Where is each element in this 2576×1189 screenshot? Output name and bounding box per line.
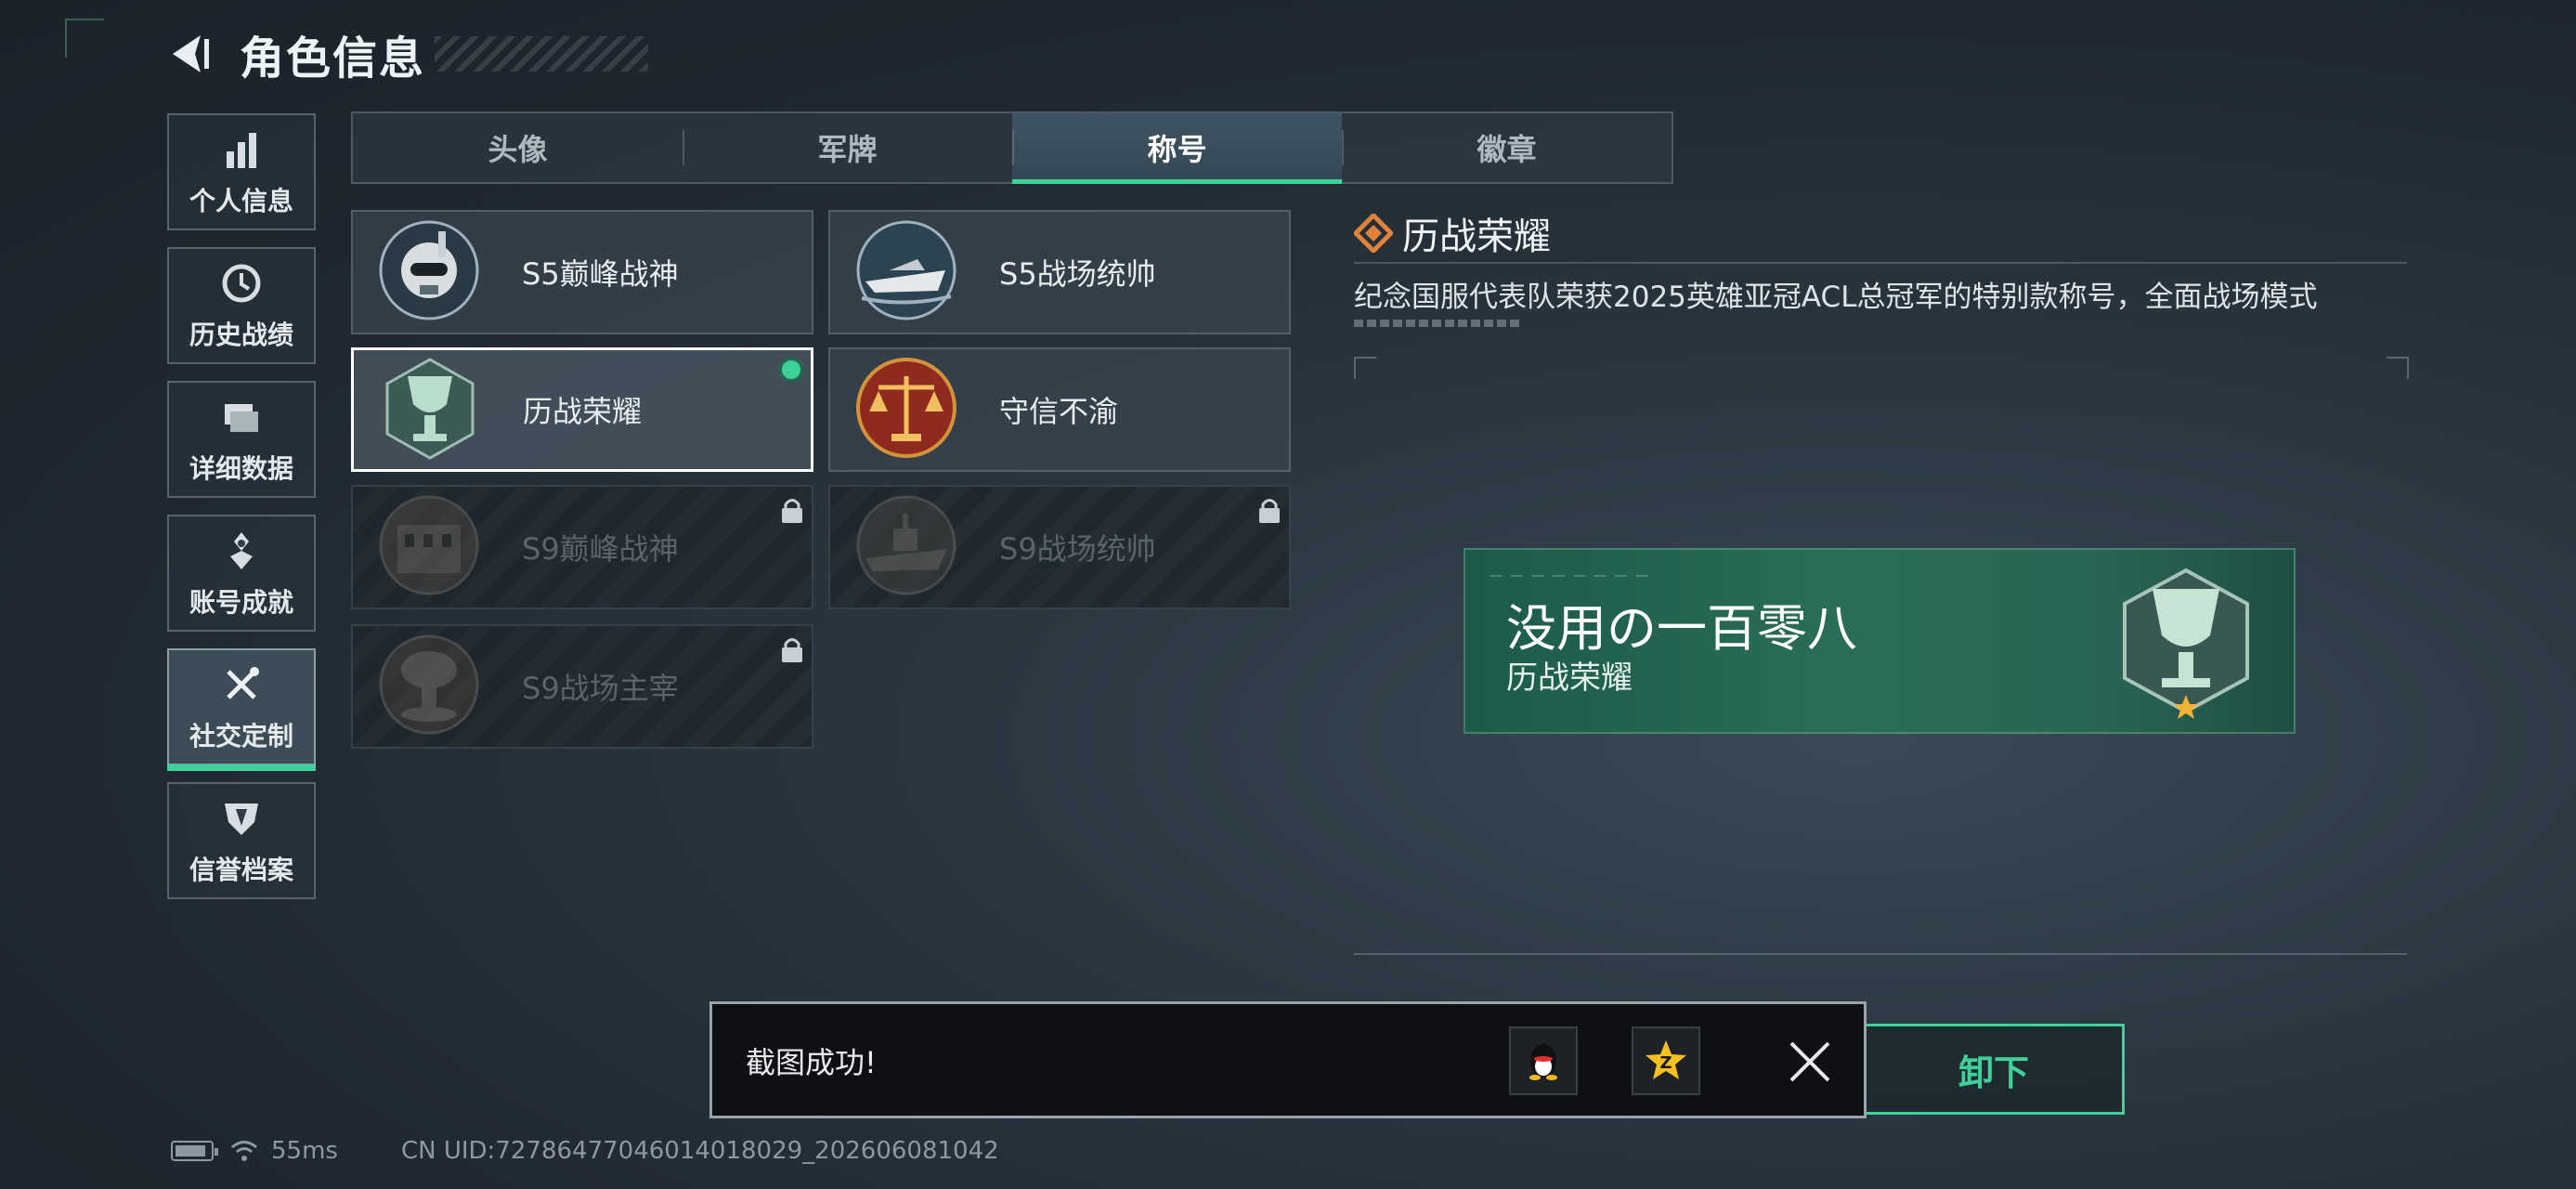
detail-title: 历战荣耀 <box>1402 216 1551 258</box>
sidebar-item-label: 信誉档案 <box>189 855 293 885</box>
equipped-indicator <box>779 358 803 382</box>
mushroom-cloud-badge-icon <box>379 634 479 735</box>
lock-icon <box>782 638 802 662</box>
warship-badge-icon <box>856 495 956 595</box>
tab-title[interactable]: 称号 <box>1012 113 1342 184</box>
folder-icon <box>225 404 258 432</box>
sidebar-item-history[interactable]: 历史战绩 <box>167 247 316 364</box>
title-card-label: 守信不渝 <box>999 394 1119 429</box>
detail-description: 纪念国服代表队荣获2025英雄亚冠ACL总冠军的特别款称号，全面战场模式 <box>1354 281 2323 314</box>
tab-bar: 头像 军牌 称号 徽章 <box>351 111 1673 184</box>
tab-avatar[interactable]: 头像 <box>353 113 683 182</box>
title-card-battle-glory[interactable]: 历战荣耀 <box>351 347 813 472</box>
divider-dashed <box>1354 320 1521 327</box>
sidebar-item-label: 个人信息 <box>189 186 293 216</box>
battery-icon <box>171 1141 218 1161</box>
qzone-star-icon: Z <box>1646 1040 1686 1079</box>
title-card-keep-faith[interactable]: 守信不渝 <box>828 347 1291 472</box>
trophy-badge-icon <box>2123 568 2249 719</box>
trophy-badge-icon <box>385 358 475 460</box>
tools-icon <box>227 667 259 699</box>
title-card-label: 历战荣耀 <box>523 394 643 429</box>
building-badge-icon <box>379 495 479 595</box>
diamond-icon <box>1354 214 1393 253</box>
title-card-label: S5战场统帅 <box>999 256 1156 292</box>
page-header: 角色信息 <box>167 26 649 85</box>
sidebar-item-label: 历史战绩 <box>189 320 293 350</box>
qq-penguin-icon <box>1529 1044 1557 1080</box>
title-card-s9-dominator[interactable]: S9战场主宰 <box>351 624 813 749</box>
sidebar-item-label: 账号成就 <box>189 587 293 618</box>
share-qq-button[interactable] <box>1509 1026 1578 1095</box>
sidebar-item-label: 社交定制 <box>189 721 293 751</box>
skull-diver-badge-icon <box>379 220 479 320</box>
sidebar-item-detailed-data[interactable]: 详细数据 <box>167 381 316 498</box>
nameplate-title: 历战荣耀 <box>1506 660 1633 697</box>
title-card-s5-commander[interactable]: S5战场统帅 <box>828 210 1291 334</box>
close-icon[interactable] <box>1784 1036 1836 1088</box>
sidebar-item-credit[interactable]: 信誉档案 <box>167 782 316 899</box>
tab-badge[interactable]: 徽章 <box>1342 113 1672 182</box>
svg-text:Z: Z <box>1659 1053 1672 1073</box>
divider <box>1354 262 2407 264</box>
ping-value: 55ms <box>271 1137 338 1165</box>
title-card-s9-peak-god[interactable]: S9巅峰战神 <box>351 485 813 609</box>
sidebar-item-label: 详细数据 <box>189 453 293 484</box>
status-bar: 55ms CN UID:7278647704601401​8029_202606… <box>171 1137 999 1165</box>
title-card-s5-peak-god[interactable]: S5巅峰战神 <box>351 210 813 334</box>
lock-icon <box>1259 499 1280 523</box>
sidebar-item-social-custom[interactable]: 社交定制 <box>167 648 316 771</box>
nameplate-preview: — — — — — — — — 没用の一百零八 历战荣耀 <box>1464 548 2296 734</box>
bar-chart-icon <box>227 133 256 168</box>
frame-corner <box>1354 357 1376 379</box>
detail-header: 历战荣耀 <box>1354 206 1551 260</box>
player-name: 没用の一百零八 <box>1506 599 1857 658</box>
frame-corner <box>2387 357 2409 379</box>
scales-badge-icon <box>856 358 956 458</box>
page-title: 角色信息 <box>240 33 426 85</box>
sidebar-item-personal-info[interactable]: 个人信息 <box>167 113 316 230</box>
corner-decoration <box>65 19 104 58</box>
divider <box>1354 953 2407 955</box>
clock-icon <box>222 264 261 303</box>
speedboat-badge-icon <box>856 220 956 320</box>
uid-text: CN UID:7278647704601401​8029_20260608104… <box>400 1137 999 1165</box>
tab-dog-tag[interactable]: 军牌 <box>683 113 1012 182</box>
title-decoration <box>435 36 649 72</box>
share-qzone-button[interactable]: Z <box>1632 1026 1700 1095</box>
title-card-label: S9巅峰战神 <box>522 531 679 567</box>
title-card-s9-commander[interactable]: S9战场统帅 <box>828 485 1291 609</box>
sidebar-item-achievements[interactable]: 账号成就 <box>167 515 316 632</box>
credit-shield-icon <box>225 804 258 835</box>
toast-message: 截图成功! <box>746 1045 877 1080</box>
sidebar: 个人信息 历史战绩 详细数据 账号成就 社交定制 信誉档案 <box>167 113 318 916</box>
lock-icon <box>782 499 802 523</box>
title-card-label: S9战场统帅 <box>999 531 1156 567</box>
wifi-icon <box>231 1141 257 1161</box>
screenshot-toast: 截图成功! Z <box>709 1001 1867 1118</box>
achievement-icon <box>230 532 253 569</box>
back-arrow-icon[interactable] <box>167 32 212 76</box>
title-card-label: S5巅峰战神 <box>522 256 679 292</box>
title-card-label: S9战场主宰 <box>522 671 679 706</box>
nameplate-code-decoration: — — — — — — — — <box>1490 568 1651 583</box>
